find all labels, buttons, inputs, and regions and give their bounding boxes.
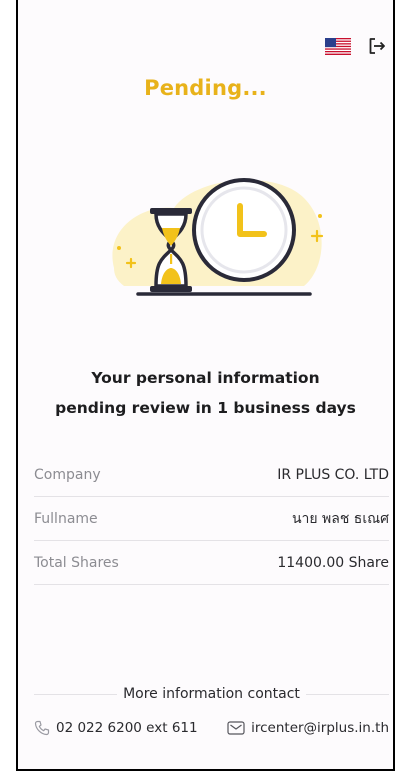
message-line-2: pending review in 1 business days: [55, 399, 356, 417]
logout-icon[interactable]: [367, 36, 387, 56]
details-list: Company IR PLUS CO. LTD Fullname นาย พลช…: [34, 453, 389, 585]
total-shares-label: Total Shares: [34, 554, 119, 571]
divider: [305, 693, 389, 695]
app-frame: Pending... Your personal information pen…: [16, 0, 395, 771]
contact-email[interactable]: ircenter@irplus.in.th: [227, 720, 389, 736]
pending-message: Your personal information pending review…: [18, 363, 393, 423]
message-line-1: Your personal information: [91, 369, 320, 387]
hourglass-clock-illustration: [112, 178, 324, 296]
phone-icon: [34, 720, 50, 736]
detail-row-fullname: Fullname นาย พลช ธเณศ: [34, 497, 389, 541]
divider: [34, 693, 118, 695]
contact-items: 02 022 6200 ext 611 ircenter@irplus.in.t…: [34, 720, 389, 736]
contact-heading-text: More information contact: [123, 686, 300, 702]
detail-row-company: Company IR PLUS CO. LTD: [34, 453, 389, 497]
detail-row-total-shares: Total Shares 11400.00 Share: [34, 541, 389, 585]
status-title: Pending...: [144, 76, 267, 100]
company-value: IR PLUS CO. LTD: [277, 466, 389, 483]
phone-text: 02 022 6200 ext 611: [56, 720, 198, 736]
company-label: Company: [34, 466, 101, 483]
top-bar: [325, 36, 387, 56]
fullname-value: นาย พลช ธเณศ: [291, 510, 389, 527]
contact-heading: More information contact: [34, 686, 389, 702]
us-flag-icon[interactable]: [325, 37, 351, 55]
fullname-label: Fullname: [34, 510, 98, 527]
contact-phone[interactable]: 02 022 6200 ext 611: [34, 720, 198, 736]
email-text: ircenter@irplus.in.th: [251, 720, 389, 736]
mail-icon: [227, 721, 245, 735]
total-shares-value: 11400.00 Share: [277, 554, 389, 571]
